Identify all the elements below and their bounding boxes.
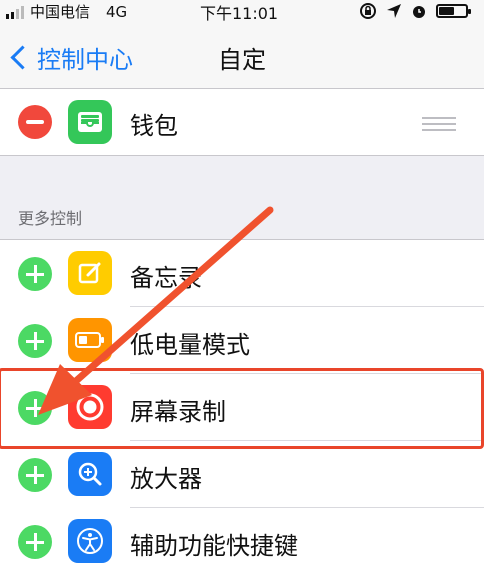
- row-label: 备忘录: [130, 264, 202, 292]
- network-label: 4G: [106, 2, 128, 21]
- add-button[interactable]: [18, 324, 52, 358]
- navigation-bar: 控制中心 自定: [0, 22, 484, 89]
- signal-icon: [6, 5, 24, 19]
- magnifier-icon: [68, 452, 112, 496]
- more-row-low-power: 低电量模式: [0, 307, 484, 374]
- row-label: 辅助功能快捷键: [130, 532, 298, 560]
- highlight-box: [0, 368, 484, 449]
- battery-fill: [439, 7, 455, 15]
- battery-icon: [436, 4, 471, 18]
- status-time: 下午11:01: [200, 4, 279, 23]
- low-power-icon: [68, 318, 112, 362]
- row-label: 钱包: [130, 112, 178, 140]
- accessibility-icon: [68, 519, 112, 563]
- notes-icon: [68, 251, 112, 295]
- carrier-label: 中国电信: [30, 3, 91, 21]
- remove-button[interactable]: [18, 105, 52, 139]
- status-bar: 中国电信 4G 下午11:01: [0, 0, 484, 23]
- status-right: [359, 2, 471, 20]
- included-row-wallet: 钱包: [0, 89, 484, 156]
- more-row-notes: 备忘录: [0, 240, 484, 307]
- section-header: 更多控制: [18, 209, 83, 228]
- more-row-accessibility: 辅助功能快捷键: [0, 508, 484, 575]
- status-left: 中国电信 4G: [6, 1, 127, 22]
- add-button[interactable]: [18, 257, 52, 291]
- rotation-lock-icon: [360, 3, 376, 19]
- row-label: 放大器: [130, 465, 202, 493]
- page-title: 自定: [218, 46, 266, 74]
- add-button[interactable]: [18, 458, 52, 492]
- alarm-icon: [413, 6, 425, 18]
- location-icon: [387, 4, 401, 18]
- wallet-icon: [68, 100, 112, 144]
- more-row-magnifier: 放大器: [0, 441, 484, 508]
- reorder-handle-icon[interactable]: [422, 113, 456, 135]
- row-label: 低电量模式: [130, 331, 250, 359]
